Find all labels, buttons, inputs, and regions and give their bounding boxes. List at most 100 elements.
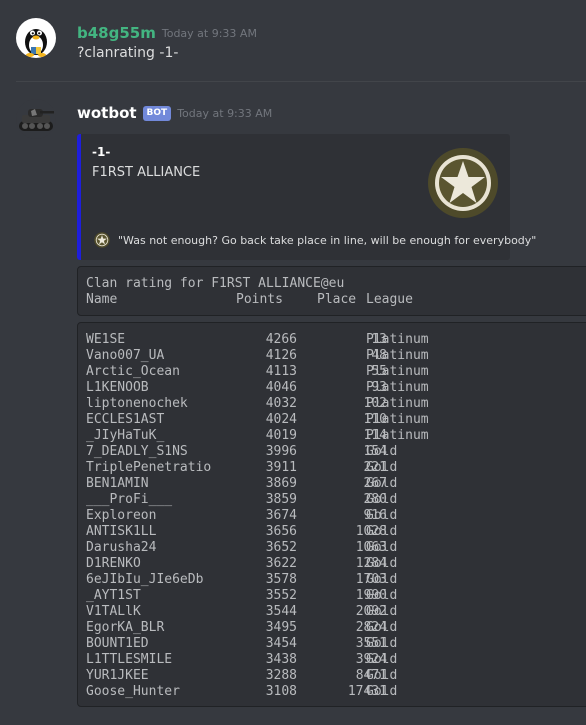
tank-icon — [16, 99, 56, 139]
col-header-place: Place — [317, 292, 357, 307]
col-header-name: Name — [86, 292, 118, 307]
member-name: L1KENOOB — [86, 380, 149, 395]
star-emblem-icon — [428, 148, 498, 218]
member-name: 6eJIbIu_JIe6eDb — [86, 572, 204, 587]
member-name: D1RENKO — [86, 556, 141, 571]
member-league: Gold — [366, 652, 398, 667]
bot-tag: BOT — [142, 105, 172, 121]
table-row: Vano007_UA 4126 48 Platinum — [86, 348, 586, 364]
embed-title: -1- — [92, 145, 111, 159]
table-row: TriplePenetratio 3911 221 Gold — [86, 460, 586, 476]
member-points: 4113 — [265, 364, 297, 379]
member-league: Gold — [366, 444, 398, 459]
member-league: Gold — [366, 684, 398, 699]
table-row: L1KENOOB 4046 93 Platinum — [86, 380, 586, 396]
message-divider — [16, 81, 586, 82]
member-points: 3578 — [265, 572, 297, 587]
member-league: Gold — [366, 540, 398, 555]
table-row: 7_DEADLY_S1NS 3996 154 Gold — [86, 444, 586, 460]
member-name: WE1SE — [86, 332, 126, 347]
table-row: 6eJIbIu_JIe6eDb 3578 1703 Gold — [86, 572, 586, 588]
table-row: liptonenochek 4032 102 Platinum — [86, 396, 586, 412]
table-row: _JIyHaTuK_ 4019 114 Platinum — [86, 428, 586, 444]
table-row: ECCLES1AST 4024 110 Platinum — [86, 412, 586, 428]
member-name: BEN1AMIN — [86, 476, 149, 491]
member-league: Gold — [366, 668, 398, 683]
member-league: Platinum — [366, 412, 429, 427]
table-row: ___ProFi___ 3859 280 Gold — [86, 492, 586, 508]
member-league: Platinum — [366, 332, 429, 347]
member-league: Platinum — [366, 396, 429, 411]
member-name: ECCLES1AST — [86, 412, 165, 427]
col-header-league: League — [366, 292, 413, 307]
member-points: 4046 — [265, 380, 297, 395]
table-row: Arctic_Ocean 4113 55 Platinum — [86, 364, 586, 380]
clan-rating-title: Clan rating for F1RST ALLIANCE@eu — [86, 276, 345, 291]
table-row: _AYT1ST 3552 1990 Gold — [86, 588, 586, 604]
table-row: D1RENKO 3622 1284 Gold — [86, 556, 586, 572]
member-points: 3108 — [265, 684, 297, 699]
member-name: Vano007_UA — [86, 348, 165, 363]
member-name: EgorKA_BLR — [86, 620, 165, 635]
member-name: Goose_Hunter — [86, 684, 180, 699]
member-points: 3652 — [265, 540, 297, 555]
member-points: 4019 — [265, 428, 297, 443]
table-row: Darusha24 3652 1063 Gold — [86, 540, 586, 556]
member-points: 4266 — [265, 332, 297, 347]
member-points: 3859 — [265, 492, 297, 507]
table-row: EgorKA_BLR 3495 2824 Gold — [86, 620, 586, 636]
member-league: Gold — [366, 476, 398, 491]
timestamp: Today at 9:33 AM — [161, 26, 257, 40]
member-points: 4126 — [265, 348, 297, 363]
member-league: Gold — [366, 556, 398, 571]
member-league: Gold — [366, 604, 398, 619]
star-emblem-icon — [94, 232, 110, 248]
member-points: 3911 — [265, 460, 297, 475]
member-league: Gold — [366, 460, 398, 475]
table-row: V1TALlK 3544 2092 Gold — [86, 604, 586, 620]
member-name: Darusha24 — [86, 540, 157, 555]
member-league: Gold — [366, 524, 398, 539]
embed: -1- F1RST ALLIANCE "Was not enough? Go b… — [77, 134, 536, 260]
member-points: 3544 — [265, 604, 297, 619]
member-points: 3438 — [265, 652, 297, 667]
member-name: ANTISK1LL — [86, 524, 157, 539]
user-avatar[interactable] — [16, 18, 56, 58]
bot-avatar[interactable] — [16, 99, 56, 139]
table-row: L1TTLESMILE 3438 3924 Gold — [86, 652, 586, 668]
member-name: Arctic_Ocean — [86, 364, 180, 379]
member-league: Platinum — [366, 348, 429, 363]
member-name: BOUNT1ED — [86, 636, 149, 651]
member-name: ___ProFi___ — [86, 492, 173, 507]
member-points: 3869 — [265, 476, 297, 491]
member-name: _JIyHaTuK_ — [86, 428, 165, 443]
member-points: 3656 — [265, 524, 297, 539]
username[interactable]: b48g55m — [77, 24, 156, 42]
embed-thumbnail[interactable] — [427, 147, 499, 219]
member-points: 3622 — [265, 556, 297, 571]
table-row: ANTISK1LL 3656 1028 Gold — [86, 524, 586, 540]
table-row: BEN1AMIN 3869 267 Gold — [86, 476, 586, 492]
embed-footer-text: "Was not enough? Go back take place in l… — [118, 233, 537, 247]
table-row: Exploreon 3674 916 Gold — [86, 508, 586, 524]
member-league: Gold — [366, 588, 398, 603]
member-points: 3996 — [265, 444, 297, 459]
member-league: Platinum — [366, 380, 429, 395]
member-league: Gold — [366, 508, 398, 523]
member-league: Gold — [366, 620, 398, 635]
member-name: liptonenochek — [86, 396, 188, 411]
member-points: 4024 — [265, 412, 297, 427]
embed-footer: "Was not enough? Go back take place in l… — [94, 232, 536, 248]
member-name: V1TALlK — [86, 604, 141, 619]
member-name: L1TTLESMILE — [86, 652, 173, 667]
member-league: Platinum — [366, 364, 429, 379]
member-league: Platinum — [366, 428, 429, 443]
linux-penguin-icon — [16, 18, 56, 58]
member-points: 3552 — [265, 588, 297, 603]
table-row: Goose_Hunter 3108 17431 Gold — [86, 684, 586, 700]
username[interactable]: wotbot — [77, 104, 137, 122]
table-row: YUR1JKEE 3288 8471 Gold — [86, 668, 586, 684]
message-text: ?clanrating -1- — [77, 45, 179, 61]
member-points: 4032 — [265, 396, 297, 411]
table-row: BOUNT1ED 3454 3551 Gold — [86, 636, 586, 652]
